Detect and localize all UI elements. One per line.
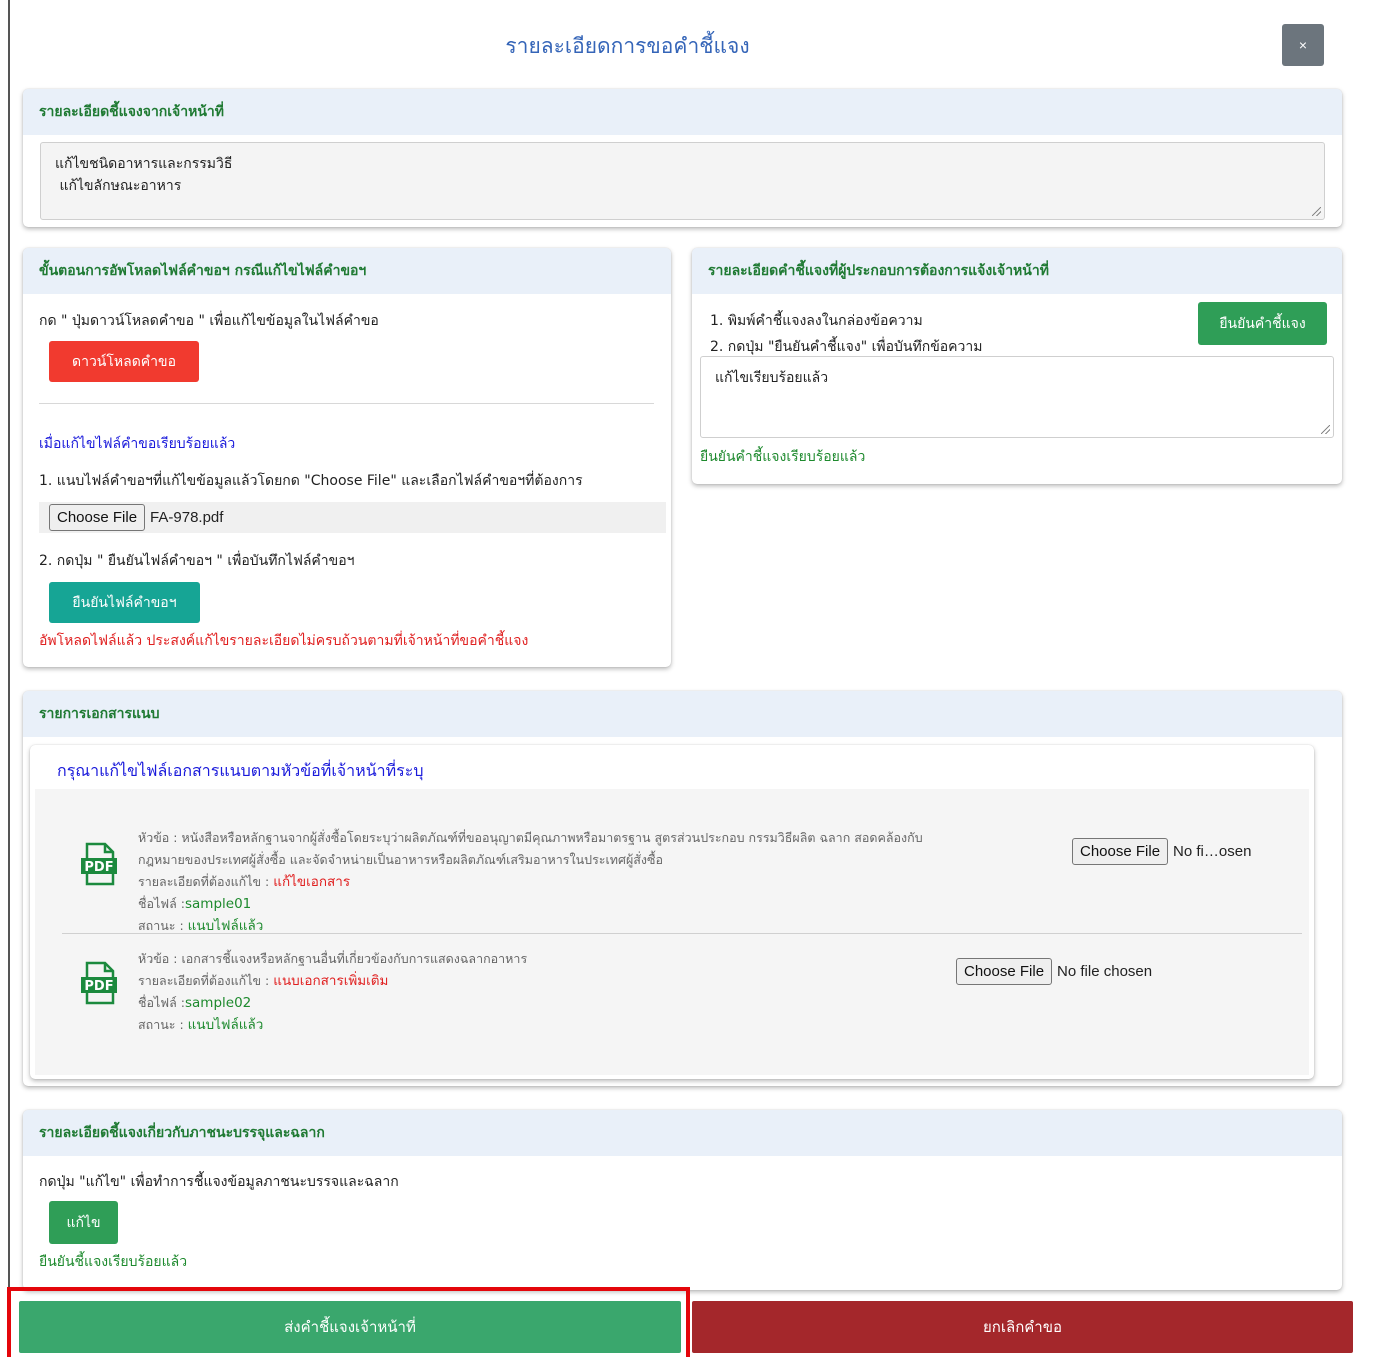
operator-step-1: 1. พิมพ์คำชี้แจงลงในกล่องข้อความ [710, 313, 923, 329]
resize-handle-icon[interactable] [1321, 425, 1330, 434]
attachments-list: PDF หัวข้อ : หนังสือหรือหลักฐานจากผู้สั่… [35, 789, 1309, 1075]
upload-status: อัพโหลดไฟล์แล้ว ประสงค์แก้ไขรายละเอียดไม… [39, 633, 529, 649]
upload-request-header: ขั้นตอนการอัพโหลดไฟล์คำขอฯ กรณีแก้ไขไฟล์… [23, 248, 671, 294]
divider [39, 403, 654, 404]
modal-title: รายละเอียดการขอคำชี้แจง [505, 34, 750, 58]
attachment-item-2: หัวข้อ : เอกสารชี้แจงหรือหลักฐานอื่นที่เ… [138, 948, 527, 1036]
resize-handle-icon[interactable] [1312, 207, 1321, 216]
explanation-status: ยืนยันคำชี้แจงเรียบร้อยแล้ว [700, 449, 866, 465]
officer-line-1: แก้ไขชนิดอาหารและกรรมวิธี [55, 156, 233, 172]
attachment-detail: รายละเอียดที่ต้องแก้ไข : แนบเอกสารเพิ่มเ… [138, 973, 389, 989]
edit-packaging-button[interactable]: แก้ไข [49, 1201, 118, 1244]
pdf-icon: PDF [81, 961, 117, 1005]
attachments-subtitle: กรุณาแก้ไขไฟล์เอกสารแนบตามหัวข้อที่เจ้าห… [57, 761, 424, 780]
upload-step-1: 1. แนบไฟล์คำขอฯที่แก้ไขข้อมูลแล้วโดยกด "… [39, 473, 583, 489]
attachment-topic: หัวข้อ : เอกสารชี้แจงหรือหลักฐานอื่นที่เ… [138, 951, 528, 966]
officer-explanation-header: รายละเอียดชี้แจงจากเจ้าหน้าที่ [23, 89, 1342, 135]
pdf-icon-label: PDF [84, 979, 113, 994]
attachment-divider [62, 933, 1302, 934]
explanation-textarea[interactable]: แก้ไขเรียบร้อยแล้ว [700, 356, 1334, 438]
operator-step-2: 2. กดปุ่ม "ยืนยันคำชี้แจง" เพื่อบันทึกข้… [710, 339, 983, 355]
selected-file-name: FA-978.pdf [150, 509, 224, 526]
close-icon: × [1298, 37, 1308, 53]
pdf-icon: PDF [81, 842, 117, 886]
operator-explanation-card: รายละเอียดคำชี้แจงที่ผู้ประกอบการต้องการ… [692, 248, 1342, 484]
attachment-filename: ชื่อไฟล์ :sample02 [138, 995, 252, 1011]
attachment-1-file-input[interactable]: Choose File No fi…osen [1072, 836, 1251, 867]
explanation-text: แก้ไขเรียบร้อยแล้ว [715, 370, 829, 386]
attachment-status: สถานะ : แนบไฟล์แล้ว [138, 1017, 264, 1033]
officer-explanation-card: รายละเอียดชี้แจงจากเจ้าหน้าที่ แก้ไขชนิด… [23, 89, 1342, 227]
confirm-request-file-button[interactable]: ยืนยันไฟล์คำขอฯ [49, 582, 200, 623]
packaging-card: รายละเอียดชี้แจงเกี่ยวกับภาชนะบรรจุและฉล… [23, 1110, 1342, 1290]
attachments-header: รายการเอกสารแนบ [23, 691, 1342, 737]
upload-step-2: 2. กดปุ่ม " ยืนยันไฟล์คำขอฯ " เพื่อบันทึ… [39, 553, 355, 569]
pdf-icon-label: PDF [84, 860, 113, 875]
after-edit-subheading: เมื่อแก้ไขไฟล์คำขอเรียบร้อยแล้ว [39, 436, 236, 452]
request-file-input[interactable]: Choose File FA-978.pdf [49, 502, 223, 533]
packaging-header: รายละเอียดชี้แจงเกี่ยวกับภาชนะบรรจุและฉล… [23, 1110, 1342, 1156]
attachment-topic-cont: กฎหมายของประเทศผู้สั่งซื้อ และจัดจำหน่าย… [138, 852, 663, 867]
attachment-detail: รายละเอียดที่ต้องแก้ไข : แก้ไขเอกสาร [138, 874, 351, 890]
attachments-inner-card: กรุณาแก้ไขไฟล์เอกสารแนบตามหัวข้อที่เจ้าห… [30, 745, 1314, 1079]
choose-file-button[interactable]: Choose File [49, 504, 146, 531]
left-border [8, 0, 10, 1357]
packaging-status: ยืนยันชี้แจงเรียบร้อยแล้ว [39, 1254, 188, 1270]
cancel-request-button[interactable]: ยกเลิกคำขอ [692, 1301, 1353, 1353]
officer-line-2: แก้ไขลักษณะอาหาร [55, 178, 182, 194]
attachment-filename: ชื่อไฟล์ :sample01 [138, 896, 252, 912]
download-instruction: กด " ปุ่มดาวน์โหลดคำขอ " เพื่อแก้ไขข้อมู… [39, 313, 379, 329]
choose-file-button[interactable]: Choose File [1072, 838, 1169, 865]
operator-explanation-header: รายละเอียดคำชี้แจงที่ผู้ประกอบการต้องการ… [692, 248, 1342, 294]
close-button[interactable]: × [1282, 24, 1324, 66]
download-request-button[interactable]: ดาวน์โหลดคำขอ [49, 341, 199, 382]
attachment-2-file-input[interactable]: Choose File No file chosen [956, 956, 1152, 987]
confirm-explanation-button[interactable]: ยืนยันคำชี้แจง [1198, 302, 1327, 345]
packaging-instruction: กดปุ่ม "แก้ไข" เพื่อทำการชี้แจงข้อมูลภาช… [39, 1174, 399, 1190]
attachment-topic: หัวข้อ : หนังสือหรือหลักฐานจากผู้สั่งซื้… [138, 830, 923, 845]
highlight-box [7, 1287, 690, 1357]
file-state: No fi…osen [1173, 843, 1252, 860]
attachments-card: รายการเอกสารแนบ กรุณาแก้ไขไฟล์เอกสารแนบต… [23, 691, 1342, 1086]
upload-request-card: ขั้นตอนการอัพโหลดไฟล์คำขอฯ กรณีแก้ไขไฟล์… [23, 248, 671, 667]
choose-file-button[interactable]: Choose File [956, 958, 1053, 985]
file-state: No file chosen [1057, 963, 1153, 980]
attachment-item-1: หัวข้อ : หนังสือหรือหลักฐานจากผู้สั่งซื้… [138, 827, 923, 937]
officer-explanation-text: แก้ไขชนิดอาหารและกรรมวิธี แก้ไขลักษณะอาห… [40, 142, 1325, 220]
